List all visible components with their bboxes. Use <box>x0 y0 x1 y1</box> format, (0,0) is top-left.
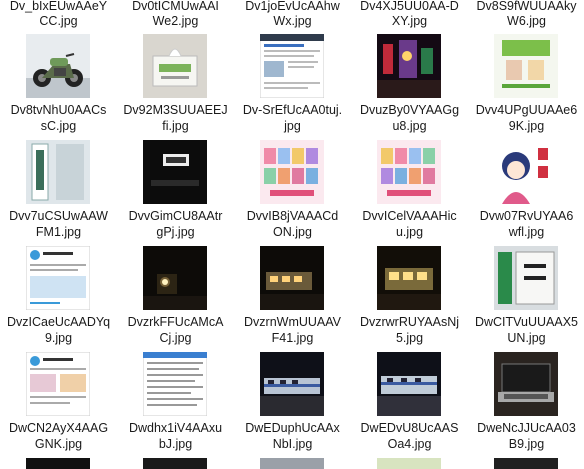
file-name-line1: Dvv7uCSUwAAW <box>9 209 108 223</box>
file-name-line1: Dv0tICMUwAAI <box>132 0 219 13</box>
train-platform-thumbnail[interactable] <box>260 352 324 416</box>
file-name-line1: DwEDvU8UcAAS <box>360 421 459 435</box>
file-grid: Dv_bIxEUwAAeY CC.jpg Dv0tICMUwAAI We2.jp… <box>0 0 584 469</box>
file-name-line2: fi.jpg <box>162 119 189 133</box>
file-name-line2: jpg <box>284 119 301 133</box>
file-name-line1: DvuzBy0VYAAGg <box>359 103 460 117</box>
file-name-line2: Oa4.jpg <box>387 437 432 451</box>
file-name-line2: u8.jpg <box>392 119 427 133</box>
file-name-line1: DvvIB8jVAAACd <box>246 209 339 223</box>
partial-thumbnail[interactable] <box>377 458 441 469</box>
green-poster-thumbnail[interactable] <box>494 34 558 98</box>
file-name-line2: W6.jpg <box>507 14 546 28</box>
laptop-thumbnail[interactable] <box>494 352 558 416</box>
tweet-thumbnail[interactable] <box>26 352 90 416</box>
file-name-line1: DvvGimCU8AAtr <box>128 209 223 223</box>
file-name-line1: DwCN2AyX4AAG <box>8 421 109 435</box>
file-name-line2: UN.jpg <box>507 331 546 345</box>
file-name-line1: Dv8tvNhU0AACs <box>10 103 107 117</box>
file-name-line2: ON.jpg <box>273 225 312 239</box>
night-lights-thumbnail[interactable] <box>377 34 441 98</box>
station-sign-thumbnail[interactable] <box>494 246 558 310</box>
night-train-thumbnail[interactable] <box>377 246 441 310</box>
file-name-line2: XY.jpg <box>391 14 428 28</box>
file-name-line1: DwEDuphUcAAx <box>245 421 340 435</box>
file-name-line2: FM1.jpg <box>35 225 82 239</box>
anime-girl-thumbnail[interactable] <box>494 140 558 204</box>
file-name-line1: DvzrwrRUYAAsNj <box>359 315 460 329</box>
file-name-line1: Dv8S9fWUUAAky <box>476 0 577 13</box>
train-sign-thumbnail[interactable] <box>143 140 207 204</box>
partial-thumbnail[interactable] <box>494 458 558 469</box>
partial-thumbnail[interactable] <box>260 458 324 469</box>
file-name-line2: B9.jpg <box>508 437 545 451</box>
tissue-box-thumbnail[interactable] <box>143 34 207 98</box>
file-name-line2: 9.jpg <box>44 331 73 345</box>
file-name-line1: Dvw07RvUYAA6 <box>479 209 574 223</box>
file-name-line2: wfl.jpg <box>508 225 545 239</box>
partial-thumbnail[interactable] <box>26 458 90 469</box>
file-name-line1: DvzrkFFUcAMcA <box>127 315 224 329</box>
night-train-thumbnail[interactable] <box>143 246 207 310</box>
file-name-line1: Dv4XJ5UU0AA-D <box>360 0 459 13</box>
file-name-line2: Cj.jpg <box>159 331 192 345</box>
web-page-thumbnail[interactable] <box>260 34 324 98</box>
motorcycle-thumbnail[interactable] <box>26 34 90 98</box>
file-name-line2: bJ.jpg <box>158 437 193 451</box>
file-name-line2: F41.jpg <box>271 331 314 345</box>
file-name-line2: GNK.jpg <box>34 437 83 451</box>
station-sign-thumbnail[interactable] <box>26 140 90 204</box>
list-page-thumbnail[interactable] <box>143 352 207 416</box>
file-name-line1: DvzrnWmUUAAV <box>244 315 341 329</box>
night-train-thumbnail[interactable] <box>260 246 324 310</box>
file-name-line1: Dwdhx1iV4AAxu <box>128 421 223 435</box>
file-name-line2: Wx.jpg <box>273 14 312 28</box>
file-name-line2: u.jpg <box>395 225 424 239</box>
file-name-line1: Dvv4UPgUUAAe6 <box>475 103 578 117</box>
file-name-line1: DvvICelVAAAHic <box>362 209 457 223</box>
file-name-line2: CC.jpg <box>39 14 78 28</box>
file-name-line1: Dv_bIxEUwAAeY <box>9 0 108 13</box>
train-platform-thumbnail[interactable] <box>377 352 441 416</box>
card-grid-thumbnail[interactable] <box>377 140 441 204</box>
partial-thumbnail[interactable] <box>143 458 207 469</box>
file-name-line1: DwCITVuUUAAX5 <box>474 315 579 329</box>
tweet-thumbnail[interactable] <box>26 246 90 310</box>
file-name-line1: DweNcJJUcAA03 <box>477 421 576 435</box>
file-name-line2: 9K.jpg <box>508 119 545 133</box>
file-name-line2: We2.jpg <box>152 14 199 28</box>
file-name-line1: Dv1joEvUcAAhw <box>245 0 340 13</box>
file-name-line1: DvzICaeUcAADYq <box>6 315 111 329</box>
file-name-line2: sC.jpg <box>40 119 77 133</box>
file-name-line2: 5.jpg <box>395 331 424 345</box>
file-name-line1: Dv92M3SUUAEEJ <box>123 103 228 117</box>
file-name-line2: NbI.jpg <box>272 437 313 451</box>
file-name-line2: gPj.jpg <box>156 225 195 239</box>
file-name-line1: Dv-SrEfUcAA0tuj. <box>242 103 343 117</box>
card-grid-thumbnail[interactable] <box>260 140 324 204</box>
